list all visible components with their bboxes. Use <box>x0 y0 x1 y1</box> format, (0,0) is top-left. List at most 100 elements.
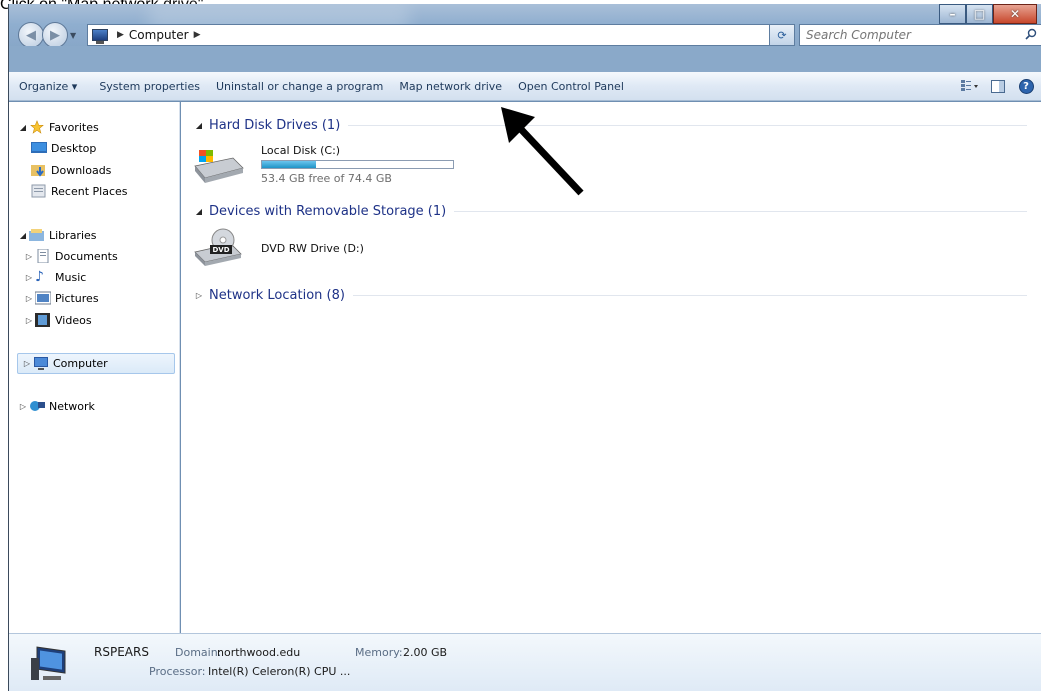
maximize-icon: □ <box>973 7 986 21</box>
back-button[interactable]: ◀ <box>18 22 44 48</box>
group-title: Network Location (8) <box>209 288 345 303</box>
uninstall-program-button[interactable]: Uninstall or change a program <box>216 80 399 93</box>
drive-details: DVD RW Drive (D:) <box>261 242 364 268</box>
nav-item-pictures[interactable]: ▷ Pictures <box>23 291 99 305</box>
memory-value: 2.00 GB <box>403 646 448 659</box>
videos-icon <box>35 313 50 327</box>
recent-places-icon <box>31 184 46 198</box>
nav-item-favorites[interactable]: ◢ Favorites <box>17 120 99 134</box>
pointer-arrow <box>501 107 584 196</box>
nav-label: Downloads <box>51 163 112 177</box>
expand-triangle-icon[interactable]: ▷ <box>23 294 35 303</box>
maximize-button[interactable]: □ <box>966 4 993 24</box>
search-input[interactable] <box>806 28 1006 42</box>
expand-triangle-icon[interactable]: ▷ <box>23 273 35 282</box>
close-icon: ✕ <box>1009 7 1021 21</box>
nav-label: Network <box>49 399 95 413</box>
command-bar: Organize ▾ System properties Uninstall o… <box>9 72 1041 101</box>
view-controls: ? <box>951 77 1035 95</box>
computer-icon <box>92 29 108 44</box>
drive-name: DVD RW Drive (D:) <box>261 242 364 255</box>
nav-label: Desktop <box>51 141 97 155</box>
collapse-triangle-icon[interactable]: ◢ <box>193 121 205 130</box>
forward-button[interactable]: ▶ <box>42 22 68 48</box>
system-properties-button[interactable]: System properties <box>99 80 216 93</box>
group-divider <box>352 295 1027 296</box>
close-button[interactable]: ✕ <box>993 4 1037 24</box>
group-divider <box>454 211 1027 212</box>
minimize-button[interactable]: – <box>939 4 966 24</box>
search-box[interactable] <box>799 24 1041 46</box>
open-control-panel-button[interactable]: Open Control Panel <box>518 80 640 93</box>
content-pane: ◢ Hard Disk Drives (1) Local Disk (C:) 5… <box>181 102 1041 633</box>
network-icon <box>30 401 45 411</box>
nav-label: Music <box>55 270 87 284</box>
documents-icon <box>37 249 49 263</box>
expand-triangle-icon[interactable]: ▷ <box>23 252 35 261</box>
minimize-icon: – <box>949 7 956 21</box>
libraries-icon <box>29 229 44 241</box>
nav-item-libraries[interactable]: ◢ Libraries <box>17 228 97 242</box>
nav-item-videos[interactable]: ▷ Videos <box>23 313 92 327</box>
refresh-icon: ⟳ <box>777 28 787 42</box>
processor-value: Intel(R) Celeron(R) CPU ... <box>208 665 351 678</box>
title-bar-lower <box>9 46 1041 72</box>
preview-pane-icon <box>991 79 1005 93</box>
window-controls: – □ ✕ <box>939 4 1037 24</box>
nav-item-documents[interactable]: ▷ Documents <box>23 249 118 263</box>
details-pane: RSPEARS Domain: northwood.edu Memory: 2.… <box>9 633 1041 691</box>
drive-dvd-rw-d[interactable]: DVD DVD RW Drive (D:) <box>193 228 364 268</box>
preview-pane-button[interactable] <box>989 77 1007 95</box>
breadcrumb-chevron-icon[interactable]: ▶ <box>194 30 201 40</box>
nav-item-computer[interactable]: ▷ Computer <box>17 353 175 374</box>
hard-disk-icon <box>194 150 244 183</box>
change-view-button[interactable] <box>961 77 979 95</box>
computer-icon <box>34 356 48 370</box>
downloads-folder-icon <box>31 165 45 177</box>
nav-item-network[interactable]: ▷ Network <box>17 399 95 413</box>
group-title: Devices with Removable Storage (1) <box>209 204 447 219</box>
processor-label: Processor: <box>149 665 206 678</box>
drive-details: Local Disk (C:) 53.4 GB free of 74.4 GB <box>261 144 454 186</box>
organize-button[interactable]: Organize ▾ <box>19 80 93 93</box>
collapse-triangle-icon[interactable]: ◢ <box>17 231 29 240</box>
navigation-buttons: ◀ ▶ ▼ <box>18 22 76 48</box>
dvd-drive-icon: DVD <box>194 228 242 266</box>
nav-item-music[interactable]: ▷ ♪ Music <box>23 270 86 284</box>
group-network-location[interactable]: ▷ Network Location (8) <box>193 288 1027 303</box>
drive-usage-bar <box>261 160 454 169</box>
nav-label: Recent Places <box>51 184 128 198</box>
group-hard-disk-drives[interactable]: ◢ Hard Disk Drives (1) <box>193 118 1027 133</box>
help-icon: ? <box>1018 78 1034 94</box>
computer-name: RSPEARS <box>94 645 149 659</box>
drive-free-space: 53.4 GB free of 74.4 GB <box>261 172 392 185</box>
nav-label: Videos <box>55 313 92 327</box>
expand-triangle-icon[interactable]: ▷ <box>23 316 35 325</box>
group-removable-storage[interactable]: ◢ Devices with Removable Storage (1) <box>193 204 1027 219</box>
breadcrumb-chevron-icon[interactable]: ▶ <box>117 30 124 40</box>
refresh-button[interactable]: ⟳ <box>769 24 795 46</box>
map-network-drive-button[interactable]: Map network drive <box>399 80 518 93</box>
address-bar[interactable]: ▶ Computer ▶ ▼ <box>87 24 791 46</box>
group-title: Hard Disk Drives (1) <box>209 118 341 133</box>
expand-triangle-icon[interactable]: ▷ <box>21 359 33 368</box>
drive-local-disk-c[interactable]: Local Disk (C:) 53.4 GB free of 74.4 GB <box>193 144 454 186</box>
collapse-triangle-icon[interactable]: ◢ <box>193 207 205 216</box>
help-button[interactable]: ? <box>1017 77 1035 95</box>
expand-triangle-icon[interactable]: ▷ <box>193 291 205 300</box>
expand-triangle-icon[interactable]: ▷ <box>17 402 29 411</box>
nav-item-downloads[interactable]: Downloads <box>31 163 111 177</box>
nav-item-desktop[interactable]: Desktop <box>31 141 96 155</box>
nav-label: Favorites <box>49 120 99 134</box>
breadcrumb-computer[interactable]: Computer <box>129 28 189 42</box>
back-arrow-icon: ◀ <box>26 27 36 43</box>
nav-item-recent-places[interactable]: Recent Places <box>31 184 128 198</box>
nav-label: Documents <box>55 249 118 263</box>
domain-value: northwood.edu <box>217 646 301 659</box>
collapse-triangle-icon[interactable]: ◢ <box>17 123 29 132</box>
search-icon <box>1025 28 1037 40</box>
desktop-icon <box>31 142 47 153</box>
recent-pages-chevron-icon[interactable]: ▼ <box>70 31 76 40</box>
domain-label: Domain: <box>175 646 222 659</box>
nav-label: Libraries <box>49 228 97 242</box>
